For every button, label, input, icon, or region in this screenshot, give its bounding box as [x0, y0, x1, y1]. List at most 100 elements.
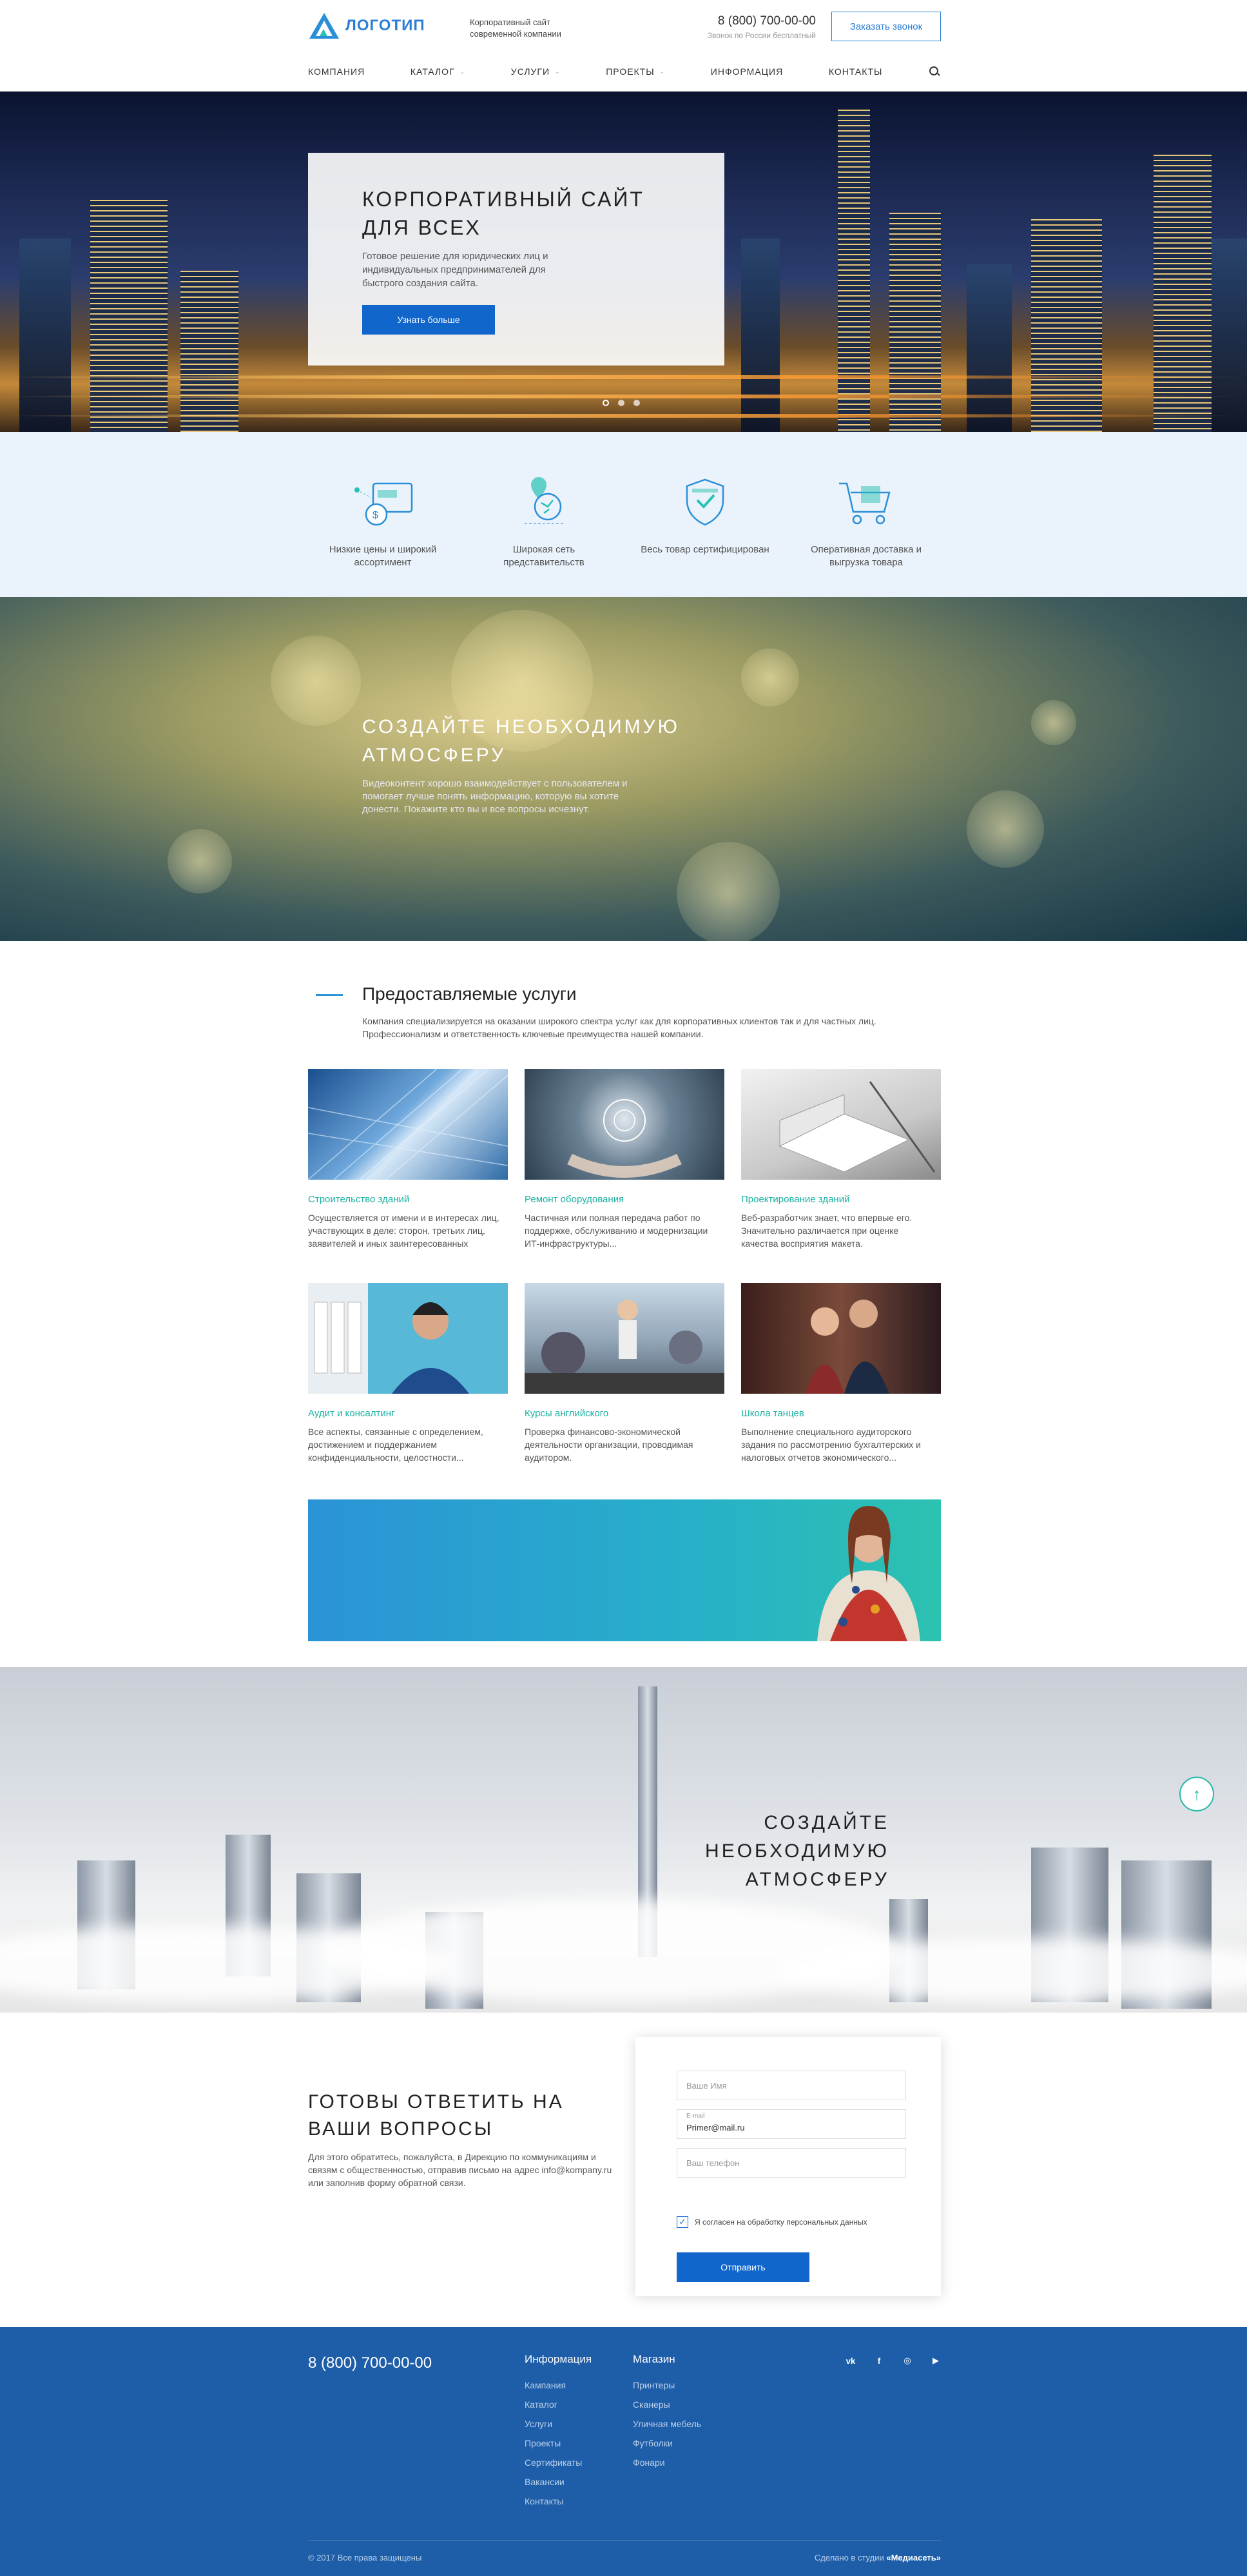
service-image[interactable] [741, 1283, 941, 1394]
footer-link[interactable]: Каталог [525, 2399, 592, 2410]
service-text: Осуществляется от имени и в интересах ли… [308, 1213, 499, 1249]
consent-label: Я согласен на обработку персональных дан… [695, 2218, 867, 2227]
logo-icon [309, 13, 339, 39]
nav-label: УСЛУГИ [510, 66, 550, 77]
slider-dot[interactable] [603, 400, 609, 406]
header-phone-block: 8 (800) 700-00-00 Звонок по России беспл… [644, 14, 816, 40]
atmosphere-title: СОЗДАЙТЕ НЕОБХОДИМУЮ АТМОСФЕРУ [362, 716, 680, 766]
service-title[interactable]: Проектирование зданий [741, 1194, 941, 1205]
footer-link[interactable]: Проекты [525, 2438, 592, 2448]
footer-phone[interactable]: 8 (800) 700-00-00 [308, 2354, 432, 2372]
footer-link[interactable]: Сканеры [633, 2399, 701, 2410]
service-title[interactable]: Аудит и консалтинг [308, 1408, 508, 1419]
instagram-icon[interactable]: ◎ [901, 2354, 914, 2367]
header-phone[interactable]: 8 (800) 700-00-00 [644, 14, 816, 28]
footer-link[interactable]: Услуги [525, 2419, 592, 2429]
feature-label: Низкие цены и широкий ассортимент [329, 544, 437, 568]
nav-item-services[interactable]: УСЛУГИ ⌄ [511, 66, 561, 77]
hero-building [180, 271, 238, 432]
learn-more-button[interactable]: Узнать больше [362, 305, 495, 335]
contact-section: ГОТОВЫ ОТВЕТИТЬ НА ВАШИ ВОПРОСЫ Для этог… [0, 2013, 1247, 2327]
service-text: Выполнение специального аудиторского зад… [741, 1427, 921, 1463]
name-input[interactable]: Ваше Имя [677, 2071, 906, 2100]
service-image[interactable] [741, 1069, 941, 1180]
hero-building [838, 110, 870, 432]
service-text: Все аспекты, связанные с определением, д… [308, 1427, 483, 1463]
service-card[interactable]: Ремонт оборудования Частичная или полная… [525, 1069, 724, 1250]
service-card[interactable]: Курсы английского Проверка финансово-эко… [525, 1283, 724, 1464]
studio-link[interactable]: «Медиасеть» [886, 2553, 941, 2562]
service-card[interactable]: Школа танцев Выполнение специального ауд… [741, 1283, 941, 1464]
footer-shop-title: Магазин [633, 2353, 675, 2365]
service-text: Веб-разработчик знает, что впервые его. … [741, 1213, 913, 1249]
service-image[interactable] [308, 1069, 508, 1180]
feature-item: Весь товар сертифицирован [641, 471, 769, 556]
footer-link[interactable]: Уличная мебель [633, 2419, 701, 2429]
hero-road [0, 375, 1247, 379]
service-image[interactable] [525, 1069, 724, 1180]
feature-item: Оперативная доставка и выгрузка товара [802, 471, 931, 569]
footer-link[interactable]: Футболки [633, 2438, 701, 2448]
site-header: ЛОГОТИП Корпоративный сайт современной к… [0, 0, 1247, 92]
promo-banner[interactable] [308, 1499, 941, 1641]
phone-input[interactable]: Ваш телефон [677, 2148, 906, 2178]
services-title: Предоставляемые услуги [362, 984, 577, 1004]
footer-link[interactable]: Кампания [525, 2380, 592, 2390]
service-title[interactable]: Строительство зданий [308, 1194, 508, 1205]
hero-building [1212, 239, 1247, 432]
footer-divider [308, 2540, 941, 2541]
woman-portrait [817, 1506, 920, 1641]
email-field[interactable]: E-mail Primer@mail.ru [677, 2109, 906, 2139]
hero-building [889, 213, 941, 432]
section-accent-line [316, 994, 343, 996]
consent-checkbox[interactable]: ✓ [677, 2216, 688, 2228]
nav-item-contacts[interactable]: КОНТАКТЫ [829, 66, 883, 77]
feature-item: Широкая сеть представительств [479, 471, 608, 569]
nav-item-company[interactable]: КОМПАНИЯ [308, 66, 365, 77]
service-card[interactable]: Строительство зданий Осуществляется от и… [308, 1069, 508, 1250]
facebook-icon[interactable]: f [873, 2354, 885, 2367]
made-by: Сделано в студии «Медиасеть» [709, 2553, 941, 2562]
bokeh [677, 842, 780, 941]
nav-item-projects[interactable]: ПРОЕКТЫ ⌄ [606, 66, 665, 77]
service-title[interactable]: Курсы английского [525, 1408, 724, 1419]
services-section: Предоставляемые услуги Компания специали… [0, 941, 1247, 1667]
service-title[interactable]: Ремонт оборудования [525, 1194, 724, 1205]
hero-building [967, 264, 1012, 432]
slider-dot[interactable] [618, 400, 624, 406]
footer-link[interactable]: Контакты [525, 2496, 592, 2506]
nav-label: КОНТАКТЫ [828, 66, 883, 77]
submit-button[interactable]: Отправить [677, 2252, 809, 2282]
svg-text:$: $ [372, 510, 378, 521]
bokeh [741, 649, 799, 707]
footer-link[interactable]: Принтеры [633, 2380, 701, 2390]
service-text: Частичная или полная передача работ по п… [525, 1213, 708, 1249]
slider-dot[interactable] [633, 400, 640, 406]
footer-link[interactable]: Фонари [633, 2457, 701, 2468]
service-card[interactable]: Аудит и консалтинг Все аспекты, связанны… [308, 1283, 508, 1464]
contact-form: Ваше Имя E-mail Primer@mail.ru Ваш телеф… [635, 2037, 941, 2296]
service-card[interactable]: Проектирование зданий Веб-разработчик зн… [741, 1069, 941, 1250]
slider-dots [603, 400, 640, 406]
service-title[interactable]: Школа танцев [741, 1408, 941, 1419]
youtube-icon[interactable]: ▶ [929, 2354, 942, 2367]
nav-item-information[interactable]: ИНФОРМАЦИЯ [711, 66, 783, 77]
service-image[interactable] [525, 1283, 724, 1394]
services-description: Компания специализируется на оказании ши… [362, 1016, 876, 1039]
feature-item: $ Низкие цены и широкий ассортимент [318, 471, 447, 569]
hero-title: КОРПОРАТИВНЫЙ САЙТ ДЛЯ ВСЕХ [362, 188, 644, 239]
map-pin-icon [525, 477, 563, 524]
search-icon[interactable] [928, 65, 941, 78]
callback-button[interactable]: Заказать звонок [831, 12, 941, 41]
arrow-up-icon[interactable]: ↑ [1179, 1777, 1214, 1811]
site-footer: 8 (800) 700-00-00 Информация Кампания Ка… [0, 2327, 1247, 2576]
service-image[interactable] [308, 1283, 508, 1394]
bokeh [168, 829, 232, 893]
nav-item-catalog[interactable]: КАТАЛОГ ⌄ [411, 66, 465, 77]
vk-icon[interactable]: vk [844, 2354, 857, 2367]
logo[interactable]: ЛОГОТИП [308, 12, 425, 40]
footer-link[interactable]: Вакансии [525, 2477, 592, 2487]
wallet-icon: $ [354, 482, 413, 526]
feature-label: Широкая сеть представительств [503, 544, 585, 568]
footer-link[interactable]: Сертификаты [525, 2457, 592, 2468]
